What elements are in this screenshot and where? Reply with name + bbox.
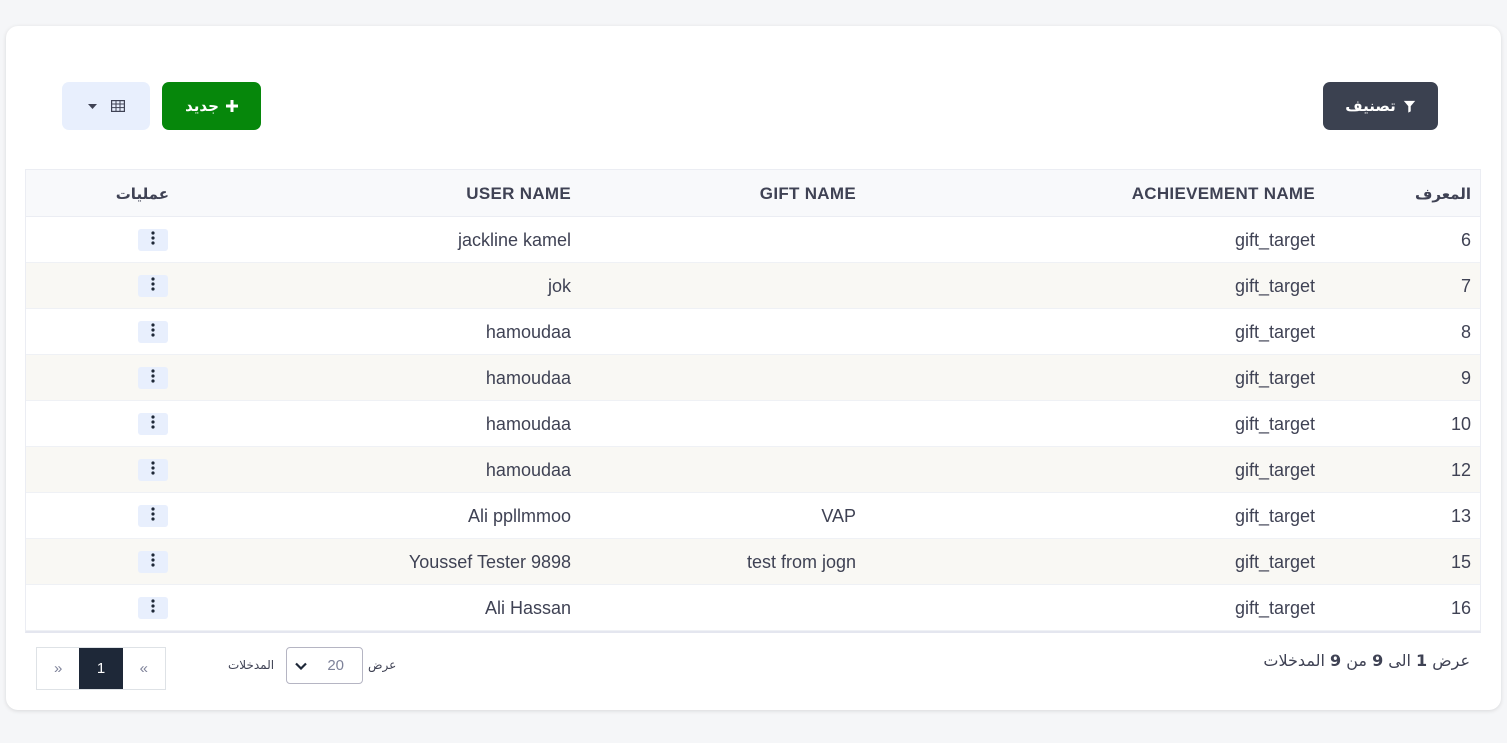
cell-achievement-name: gift_target (1234, 551, 1315, 572)
table-header: المعرف ACHIEVEMENT NAME GIFT NAME USER N… (26, 170, 1480, 217)
row-actions-button[interactable] (138, 367, 168, 389)
cell-achievement-name: gift_target (1234, 413, 1315, 434)
cell-id: 12 (1450, 459, 1471, 480)
header-user-name[interactable]: USER NAME (466, 170, 571, 217)
table-grid-icon (110, 100, 125, 112)
cell-achievement-name: gift_target (1234, 597, 1315, 618)
pagination-page-1[interactable]: 1 (79, 648, 123, 689)
cell-id: 6 (1460, 229, 1471, 250)
more-vertical-icon (151, 598, 155, 618)
cell-id: 10 (1450, 413, 1471, 434)
table-row: 15 gift_target test from jogn Youssef Te… (26, 539, 1480, 585)
row-actions-button[interactable] (138, 275, 168, 297)
cell-gift-name: test from jogn (746, 551, 856, 572)
cell-user-name: jackline kamel (457, 229, 571, 250)
filter-button[interactable]: تصنيف (1323, 82, 1438, 130)
page-length-value: 20 (327, 657, 344, 674)
more-vertical-icon (151, 460, 155, 480)
cell-user-name: Youssef Tester 9898 (408, 551, 571, 572)
cell-achievement-name: gift_target (1234, 321, 1315, 342)
length-show-label: عرض (368, 658, 397, 672)
pagination-prev[interactable]: « (122, 648, 165, 689)
length-entries-label: المدخلات (228, 658, 275, 672)
table-row: 16 gift_target Ali Hassan (26, 585, 1480, 631)
header-operations: عمليات (115, 184, 169, 203)
plus-icon (225, 100, 238, 112)
cell-id: 13 (1450, 505, 1471, 526)
row-actions-button[interactable] (138, 459, 168, 481)
page-length-select[interactable]: 20 (286, 647, 363, 684)
row-actions-button[interactable] (138, 229, 168, 251)
cell-id: 16 (1450, 597, 1471, 618)
table-row: 13 gift_target VAP Ali ppllmmoo (26, 493, 1480, 539)
table-row: 6 gift_target jackline kamel (26, 217, 1480, 263)
cell-user-name: Ali Hassan (484, 597, 571, 618)
cell-user-name: hamoudaa (485, 413, 571, 434)
cell-achievement-name: gift_target (1234, 505, 1315, 526)
more-vertical-icon (151, 414, 155, 434)
more-vertical-icon (151, 506, 155, 526)
data-table: المعرف ACHIEVEMENT NAME GIFT NAME USER N… (25, 169, 1481, 633)
row-actions-button[interactable] (138, 413, 168, 435)
table-info: عرض 1 الى 9 من 9 المدخلات (1263, 651, 1470, 670)
cell-user-name: hamoudaa (485, 459, 571, 480)
new-button-label: جديد (185, 97, 219, 115)
content-card: تصنيف جديد المعرف ACHIEVEMENT NAME GIFT … (6, 26, 1501, 710)
cell-id: 15 (1450, 551, 1471, 572)
row-actions-button[interactable] (138, 321, 168, 343)
more-vertical-icon (151, 322, 155, 342)
cell-user-name: hamoudaa (485, 321, 571, 342)
table-view-dropdown[interactable] (62, 82, 150, 130)
cell-user-name: hamoudaa (485, 367, 571, 388)
more-vertical-icon (151, 552, 155, 572)
info-prefix: عرض (1432, 651, 1470, 670)
info-suffix: المدخلات (1263, 651, 1325, 670)
cell-user-name: Ali ppllmmoo (467, 505, 571, 526)
new-button[interactable]: جديد (162, 82, 261, 130)
info-to-word: الى (1388, 651, 1411, 670)
header-achievement-name[interactable]: ACHIEVEMENT NAME (1132, 170, 1315, 217)
table-row: 8 gift_target hamoudaa (26, 309, 1480, 355)
cell-id: 9 (1460, 367, 1471, 388)
filter-button-label: تصنيف (1345, 97, 1396, 115)
pagination-next[interactable]: » (37, 648, 80, 689)
more-vertical-icon (151, 276, 155, 296)
info-to: 9 (1372, 651, 1384, 670)
header-gift-name[interactable]: GIFT NAME (760, 170, 856, 217)
pagination: » 1 « (36, 647, 166, 690)
table-row: 10 gift_target hamoudaa (26, 401, 1480, 447)
chevron-down-icon (295, 657, 307, 675)
cell-id: 7 (1460, 275, 1471, 296)
more-vertical-icon (151, 230, 155, 250)
info-total: 9 (1329, 651, 1342, 670)
filter-icon (1403, 100, 1416, 113)
table-row: 9 gift_target hamoudaa (26, 355, 1480, 401)
header-id[interactable]: المعرف (1415, 170, 1471, 217)
cell-achievement-name: gift_target (1234, 275, 1315, 296)
cell-achievement-name: gift_target (1234, 367, 1315, 388)
info-of-word: من (1346, 651, 1367, 670)
row-actions-button[interactable] (138, 505, 168, 527)
caret-down-icon (87, 103, 97, 109)
cell-achievement-name: gift_target (1234, 459, 1315, 480)
cell-gift-name: VAP (821, 505, 856, 526)
row-actions-button[interactable] (138, 551, 168, 573)
table-row: 12 gift_target hamoudaa (26, 447, 1480, 493)
cell-id: 8 (1460, 321, 1471, 342)
more-vertical-icon (151, 368, 155, 388)
cell-achievement-name: gift_target (1234, 229, 1315, 250)
cell-user-name: jok (547, 275, 571, 296)
info-from: 1 (1416, 651, 1428, 670)
row-actions-button[interactable] (138, 597, 168, 619)
table-row: 7 gift_target jok (26, 263, 1480, 309)
